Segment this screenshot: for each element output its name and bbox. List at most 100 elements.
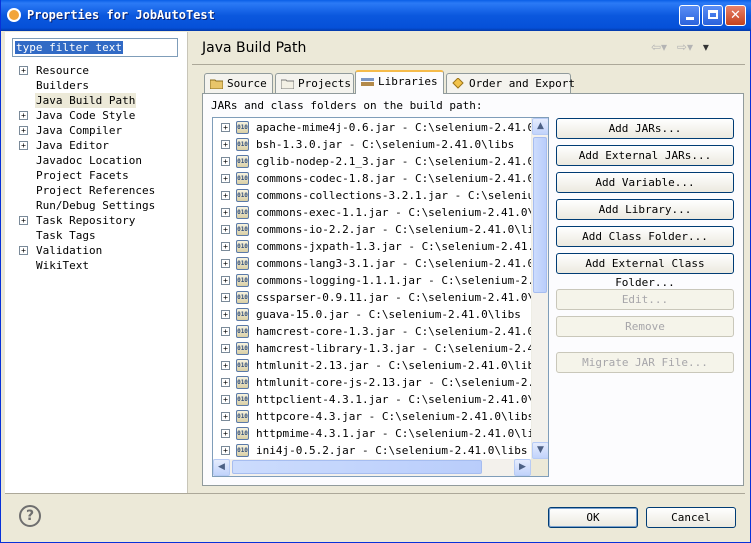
jar-row[interactable]: +010 cssparser-0.9.11.jar - C:\selenium-2…: [213, 289, 548, 306]
expand-icon[interactable]: +: [19, 126, 28, 135]
expand-icon[interactable]: +: [221, 293, 230, 302]
scroll-left-button[interactable]: ◀: [213, 459, 230, 476]
jar-row[interactable]: +010 httpclient-4.3.1.jar - C:\selenium-2…: [213, 391, 548, 408]
expand-icon[interactable]: +: [221, 157, 230, 166]
tree-item[interactable]: Java Build Path: [5, 93, 185, 108]
expand-icon[interactable]: +: [221, 208, 230, 217]
scroll-up-button[interactable]: ▲: [532, 118, 548, 135]
expand-icon[interactable]: +: [19, 66, 28, 75]
title-bar[interactable]: Properties for JobAutoTest ✕: [1, 0, 751, 31]
tree-item[interactable]: + Java Editor: [5, 138, 185, 153]
jar-row[interactable]: +010 httpcore-4.3.jar - C:\selenium-2.41.…: [213, 408, 534, 425]
jar-row[interactable]: +010 htmlunit-2.13.jar - C:\selenium-2.41…: [213, 357, 541, 374]
expand-icon[interactable]: +: [221, 123, 230, 132]
add-external-class-folder-button[interactable]: Add External Class Folder...: [556, 253, 734, 289]
expand-icon[interactable]: +: [221, 225, 230, 234]
jar-row[interactable]: +010 commons-logging-1.1.1.jar - C:\selen…: [213, 272, 548, 289]
jar-row[interactable]: +010 htmlunit-core-js-2.13.jar - C:\selen…: [213, 374, 548, 391]
migrate-jar-button[interactable]: Migrate JAR File...: [556, 352, 734, 373]
scroll-down-button[interactable]: ▼: [532, 442, 548, 459]
tree-item[interactable]: + Task Repository: [5, 213, 185, 228]
jar-row[interactable]: +010 bsh-1.3.0.jar - C:\selenium-2.41.0\l…: [213, 136, 531, 153]
jar-row[interactable]: +010 commons-lang3-3.1.jar - C:\selenium-…: [213, 255, 548, 272]
jar-label: ini4j-0.5.2.jar - C:\selenium-2.41.0\lib…: [256, 444, 528, 457]
expand-icon[interactable]: +: [19, 216, 28, 225]
jar-list[interactable]: +010 apache-mime4j-0.6.jar - C:\selenium-…: [212, 117, 549, 477]
tree-item[interactable]: + Java Code Style: [5, 108, 185, 123]
expand-icon[interactable]: +: [221, 429, 230, 438]
tree-item[interactable]: WikiText: [5, 258, 185, 273]
forward-arrow-icon[interactable]: ⇨▾: [677, 40, 693, 54]
expand-icon[interactable]: +: [221, 259, 230, 268]
add-variable-button[interactable]: Add Variable...: [556, 172, 734, 193]
expand-icon[interactable]: +: [19, 141, 28, 150]
expand-icon[interactable]: +: [221, 378, 230, 387]
expand-icon[interactable]: +: [221, 446, 230, 455]
tree-item[interactable]: + Validation: [5, 243, 185, 258]
expand-icon[interactable]: +: [221, 140, 230, 149]
view-menu-icon[interactable]: ▾: [703, 40, 709, 54]
jar-label: guava-15.0.jar - C:\selenium-2.41.0\libs: [256, 308, 521, 321]
expand-icon[interactable]: +: [19, 246, 28, 255]
jar-row[interactable]: +010 httpmime-4.3.1.jar - C:\selenium-2.4…: [213, 425, 547, 442]
horizontal-scrollbar[interactable]: ◀ ▶: [213, 459, 531, 476]
vertical-scrollbar[interactable]: ▲ ▼: [531, 118, 548, 459]
tab-order-export[interactable]: Order and Export: [446, 73, 575, 93]
horizontal-scroll-thumb[interactable]: [232, 460, 482, 474]
expand-icon[interactable]: +: [221, 412, 230, 421]
vertical-scroll-thumb[interactable]: [533, 137, 547, 293]
close-button[interactable]: ✕: [725, 5, 746, 26]
maximize-button[interactable]: [702, 5, 723, 26]
tab-libraries[interactable]: Libraries: [355, 70, 444, 94]
tree-item[interactable]: Run/Debug Settings: [5, 198, 185, 213]
close-icon: ✕: [730, 8, 741, 23]
scroll-right-button[interactable]: ▶: [514, 459, 531, 476]
tree-item[interactable]: Builders: [5, 78, 185, 93]
edit-button[interactable]: Edit...: [556, 289, 734, 310]
tree-item[interactable]: Javadoc Location: [5, 153, 185, 168]
back-arrow-icon[interactable]: ⇦▾: [651, 40, 667, 54]
expand-icon[interactable]: +: [221, 395, 230, 404]
jar-row[interactable]: +010 commons-codec-1.8.jar - C:\selenium-…: [213, 170, 548, 187]
tree-item[interactable]: Project Facets: [5, 168, 185, 183]
jar-row[interactable]: +010 commons-io-2.2.jar - C:\selenium-2.4…: [213, 221, 547, 238]
jar-icon: 010: [236, 257, 249, 270]
tree-item[interactable]: Project References: [5, 183, 185, 198]
expand-icon[interactable]: +: [221, 191, 230, 200]
jar-icon: 010: [236, 172, 249, 185]
add-class-folder-button[interactable]: Add Class Folder...: [556, 226, 734, 247]
expand-icon[interactable]: +: [221, 327, 230, 336]
expand-icon[interactable]: +: [221, 310, 230, 319]
cancel-button[interactable]: Cancel: [646, 507, 736, 528]
tree-item[interactable]: + Java Compiler: [5, 123, 185, 138]
expand-icon[interactable]: +: [221, 361, 230, 370]
jar-row[interactable]: +010 hamcrest-core-1.3.jar - C:\selenium-…: [213, 323, 548, 340]
filter-input[interactable]: type filter text: [12, 38, 178, 57]
expand-icon[interactable]: +: [221, 174, 230, 183]
jar-row[interactable]: +010 commons-collections-3.2.1.jar - C:\s…: [213, 187, 548, 204]
jar-row[interactable]: +010 ini4j-0.5.2.jar - C:\selenium-2.41.0…: [213, 442, 531, 459]
add-jars-button[interactable]: Add JARs...: [556, 118, 734, 139]
tree-item[interactable]: + Resource: [5, 63, 185, 78]
dialog-separator: [5, 493, 745, 494]
tab-projects[interactable]: Projects: [275, 73, 354, 93]
tab-source[interactable]: Source: [204, 73, 273, 93]
tree-item-label: Run/Debug Settings: [36, 199, 156, 212]
jar-row[interactable]: +010 commons-exec-1.1.jar - C:\selenium-2…: [213, 204, 548, 221]
ok-button[interactable]: OK: [548, 507, 638, 528]
add-library-button[interactable]: Add Library...: [556, 199, 734, 220]
help-icon[interactable]: ?: [19, 505, 41, 527]
tree-item[interactable]: Task Tags: [5, 228, 185, 243]
expand-icon[interactable]: +: [221, 242, 230, 251]
jar-row[interactable]: +010 apache-mime4j-0.6.jar - C:\selenium-…: [213, 119, 548, 136]
minimize-button[interactable]: [679, 5, 700, 26]
jar-row[interactable]: +010 guava-15.0.jar - C:\selenium-2.41.0\…: [213, 306, 531, 323]
expand-icon[interactable]: +: [19, 111, 28, 120]
jar-row[interactable]: +010 cglib-nodep-2.1_3.jar - C:\selenium-…: [213, 153, 548, 170]
jar-row[interactable]: +010 hamcrest-library-1.3.jar - C:\seleni…: [213, 340, 548, 357]
expand-icon[interactable]: +: [221, 276, 230, 285]
expand-icon[interactable]: +: [221, 344, 230, 353]
remove-button[interactable]: Remove: [556, 316, 734, 337]
jar-row[interactable]: +010 commons-jxpath-1.3.jar - C:\selenium…: [213, 238, 548, 255]
add-external-jars-button[interactable]: Add External JARs...: [556, 145, 734, 166]
